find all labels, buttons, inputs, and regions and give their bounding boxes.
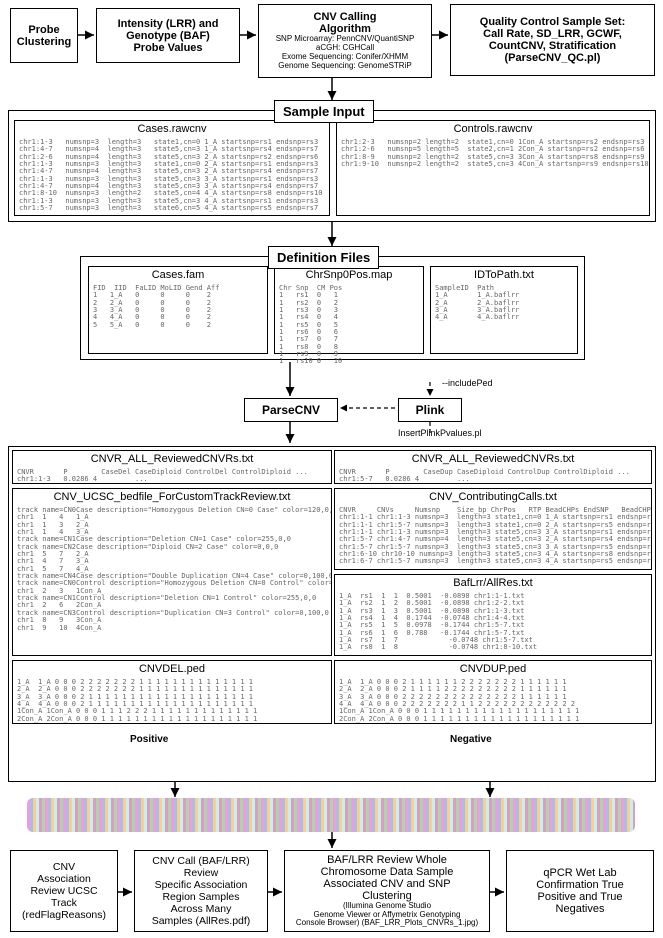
cnv-calling-sub: SNP Microarray: PennCNV/QuantiSNP aCGH: … xyxy=(276,35,415,70)
map-content: Chr Snp CM Pos 1 rs1 0 1 1 rs2 0 2 1 rs3… xyxy=(275,283,423,368)
reviewed-right-title: CNVR_ALL_ReviewedCNVRs.txt xyxy=(335,451,651,467)
dup-title: CNVDUP.ped xyxy=(335,661,651,677)
cnv-call-label: CNV Call (BAF/LRR) Review Specific Assoc… xyxy=(152,855,251,927)
probe-clustering-label: Probe Clustering xyxy=(17,24,71,48)
cases-fam-box: Cases.fam FID IID FaLID MoLID Gend Aff 1… xyxy=(88,266,268,354)
ucsc-box: CNV_UCSC_bedfile_ForCustomTrackReview.tx… xyxy=(12,488,332,656)
controls-rawcnv-box: Controls.rawcnv chr1:2-3 numsnp=2 length… xyxy=(336,120,650,216)
chromosome-ideogram xyxy=(27,798,635,832)
cases-rawcnv-box: Cases.rawcnv chr1:1-3 numsnp=3 length=3 … xyxy=(14,120,330,216)
contrib-content: CNVR CNVs Numsnp Size_bp ChrPos RTP Bead… xyxy=(335,505,651,568)
plink-label: Plink xyxy=(416,403,445,417)
parsecnv-box: ParseCNV xyxy=(244,398,338,422)
probe-clustering-box: Probe Clustering xyxy=(10,8,78,63)
baflrr-box: BafLrr/AllRes.txt 1_A rs1 1 1 0.5001 -0.… xyxy=(334,574,652,656)
sample-input-header: Sample Input xyxy=(274,100,374,123)
dup-box: CNVDUP.ped 1_A 1_A 0 0 0 2 1 1 1 1 1 1 2… xyxy=(334,660,652,724)
includeped-label: --includePed xyxy=(442,378,493,388)
reviewed-left-title: CNVR_ALL_ReviewedCNVRs.txt xyxy=(13,451,331,467)
idtopath-content: SampleID Path 1_A 1_A.baflrr 2_A 2_A.baf… xyxy=(431,283,577,324)
plink-box: Plink xyxy=(398,398,462,422)
reviewed-right-content: CNVR P CaseDup CaseDiploid ControlDup Co… xyxy=(335,467,651,486)
insertplink-label: InsertPlinkPvalues.pl xyxy=(398,428,482,438)
qpcr-label: qPCR Wet Lab Confirmation True Positive … xyxy=(536,867,623,915)
ucsc-title: CNV_UCSC_bedfile_ForCustomTrackReview.tx… xyxy=(13,489,331,505)
baflrr-content: 1_A rs1 1 1 0.5001 -0.0898 chr1:1-1.txt … xyxy=(335,591,651,654)
contrib-box: CNV_ContributingCalls.txt CNVR CNVs Nums… xyxy=(334,488,652,570)
cases-fam-title: Cases.fam xyxy=(89,267,267,283)
qc-label: Quality Control Sample Set: Call Rate, S… xyxy=(480,16,625,64)
reviewed-left-content: CNVR P CaseDel CaseDiploid ControlDel Co… xyxy=(13,467,331,486)
dup-content: 1_A 1_A 0 0 0 2 1 1 1 1 1 1 2 2 2 2 2 2 … xyxy=(335,677,651,725)
definition-header: Definition Files xyxy=(268,246,379,269)
intensity-label: Intensity (LRR) and Genotype (BAF) Probe… xyxy=(118,18,219,54)
intensity-box: Intensity (LRR) and Genotype (BAF) Probe… xyxy=(96,8,240,63)
contrib-title: CNV_ContributingCalls.txt xyxy=(335,489,651,505)
baf-lrr-sub: (Illumina Genome Studio Genome Viewer or… xyxy=(296,902,478,928)
cnv-call-box: CNV Call (BAF/LRR) Review Specific Assoc… xyxy=(134,850,268,932)
controls-rawcnv-title: Controls.rawcnv xyxy=(337,121,649,137)
baf-lrr-box: BAF/LRR Review Whole Chromosome Data Sam… xyxy=(284,850,490,932)
qpcr-box: qPCR Wet Lab Confirmation True Positive … xyxy=(506,850,654,932)
idtopath-box: IDToPath.txt SampleID Path 1_A 1_A.baflr… xyxy=(430,266,578,354)
cases-fam-content: FID IID FaLID MoLID Gend Aff 1 1_A 0 0 0… xyxy=(89,283,267,331)
del-content: 1_A 1_A 0 0 0 2 2 2 2 2 2 2 1 1 1 1 1 1 … xyxy=(13,677,331,725)
cnv-calling-title: CNV Calling Algorithm xyxy=(314,11,377,35)
idtopath-title: IDToPath.txt xyxy=(431,267,577,283)
map-box: ChrSnp0Pos.map Chr Snp CM Pos 1 rs1 0 1 … xyxy=(274,266,424,354)
reviewed-left-box: CNVR_ALL_ReviewedCNVRs.txt CNVR P CaseDe… xyxy=(12,450,332,484)
baf-lrr-label: BAF/LRR Review Whole Chromosome Data Sam… xyxy=(321,854,454,902)
del-title: CNVDEL.ped xyxy=(13,661,331,677)
map-title: ChrSnp0Pos.map xyxy=(275,267,423,283)
negative-label: Negative xyxy=(450,734,492,745)
baflrr-title: BafLrr/AllRes.txt xyxy=(335,575,651,591)
cases-rawcnv-title: Cases.rawcnv xyxy=(15,121,329,137)
parsecnv-label: ParseCNV xyxy=(262,403,320,417)
cases-rawcnv-content: chr1:1-3 numsnp=3 length=3 state1,cn=0 1… xyxy=(15,137,329,214)
cnv-calling-box: CNV Calling Algorithm SNP Microarray: Pe… xyxy=(258,4,432,78)
reviewed-right-box: CNVR_ALL_ReviewedCNVRs.txt CNVR P CaseDu… xyxy=(334,450,652,484)
positive-label: Positive xyxy=(130,734,168,745)
cnv-assoc-label: CNV Association Review UCSC Track (redFl… xyxy=(22,861,106,921)
del-box: CNVDEL.ped 1_A 1_A 0 0 0 2 2 2 2 2 2 2 1… xyxy=(12,660,332,724)
ucsc-content: track name=CN0Case description="Homozygo… xyxy=(13,505,331,634)
cnv-assoc-box: CNV Association Review UCSC Track (redFl… xyxy=(10,850,118,932)
qc-box: Quality Control Sample Set: Call Rate, S… xyxy=(450,4,655,76)
controls-rawcnv-content: chr1:2-3 numsnp=2 length=2 state1,cn=0 1… xyxy=(337,137,649,170)
